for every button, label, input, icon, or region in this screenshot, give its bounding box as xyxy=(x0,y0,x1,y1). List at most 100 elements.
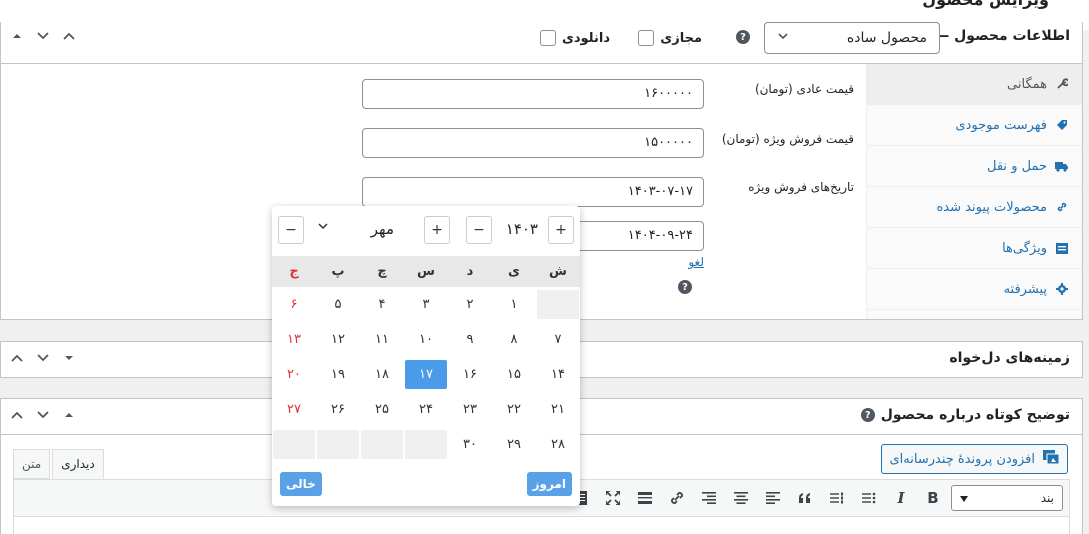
month-decrement-button[interactable]: − xyxy=(278,216,304,244)
year-increment-button[interactable]: + xyxy=(548,216,574,244)
downloadable-checkbox[interactable] xyxy=(539,30,556,46)
tab-linked-products[interactable]: محصولات پیوند شده xyxy=(867,187,1082,228)
day-cell[interactable]: ۹ xyxy=(448,322,492,357)
tab-visual[interactable]: دیداری xyxy=(52,449,104,479)
italic-icon[interactable]: I xyxy=(887,484,915,512)
editor-content-area[interactable] xyxy=(13,517,1070,534)
empty-day-cell xyxy=(273,430,315,459)
read-more-icon[interactable] xyxy=(631,484,659,512)
day-cell[interactable]: ۲۱ xyxy=(536,392,580,427)
bullet-list-icon[interactable] xyxy=(855,484,883,512)
selected-day-cell[interactable]: ۱۷ xyxy=(405,360,447,389)
day-cell[interactable]: ۱۲ xyxy=(316,322,360,357)
tab-shipping[interactable]: حمل و نقل xyxy=(867,146,1082,187)
day-cell[interactable]: ۱۴ xyxy=(536,357,580,392)
move-down-icon[interactable] xyxy=(33,348,53,368)
day-cell[interactable]: ۲۶ xyxy=(316,392,360,427)
wrench-icon xyxy=(1055,78,1068,91)
day-cell[interactable]: ۱۰ xyxy=(404,322,448,357)
day-cell[interactable]: ۲۲ xyxy=(492,392,536,427)
day-cell[interactable]: ۲ xyxy=(448,287,492,322)
datepicker-popup: + ۱۴۰۳ − + مهر − ش ی د س چ پ ج ۱ ۲ ۳ ۴ ۵… xyxy=(272,206,580,506)
day-cell[interactable]: ۱۸ xyxy=(360,357,404,392)
toggle-panel-icon[interactable] xyxy=(59,348,79,368)
tab-advanced-label: پیشرفته xyxy=(1003,281,1047,297)
weekday-label: چ xyxy=(377,264,387,279)
downloadable-option[interactable]: دانلودی xyxy=(539,30,610,46)
sale-date-from-input[interactable]: ۱۴۰۳-۰۷-۱۷ xyxy=(362,177,704,207)
align-left-icon[interactable] xyxy=(759,484,787,512)
dropdown-arrow-icon xyxy=(960,491,968,505)
sale-dates-label: تاریخ‌های فروش ویژه xyxy=(748,180,854,194)
year-decrement-button[interactable]: − xyxy=(466,216,492,244)
blockquote-icon[interactable] xyxy=(791,484,819,512)
align-right-icon[interactable] xyxy=(695,484,723,512)
day-cell[interactable]: ۱۶ xyxy=(448,357,492,392)
day-cell[interactable]: ۳۰ xyxy=(448,427,492,462)
move-down-icon[interactable] xyxy=(33,405,53,425)
day-cell[interactable]: ۶ xyxy=(272,287,316,322)
day-cell[interactable]: ۸ xyxy=(492,322,536,357)
day-cell[interactable]: ۱۱ xyxy=(360,322,404,357)
day-cell[interactable]: ۱۹ xyxy=(316,357,360,392)
bold-icon[interactable]: B xyxy=(919,484,947,512)
day-cell[interactable]: ۲۵ xyxy=(360,392,404,427)
week-row: ۱۴ ۱۵ ۱۶ ۱۷ ۱۸ ۱۹ ۲۰ xyxy=(272,357,580,392)
day-cell[interactable]: ۴ xyxy=(360,287,404,322)
today-button[interactable]: امروز xyxy=(526,472,572,496)
day-cell[interactable]: ۵ xyxy=(316,287,360,322)
day-cell[interactable]: ۲۸ xyxy=(536,427,580,462)
virtual-checkbox[interactable] xyxy=(638,30,655,46)
move-up-icon[interactable] xyxy=(7,405,27,425)
week-row: ۲۱ ۲۲ ۲۳ ۲۴ ۲۵ ۲۶ ۲۷ xyxy=(272,392,580,427)
chevron-down-icon xyxy=(777,30,789,46)
add-media-button[interactable]: افزودن پروندهٔ چندرسانه‌ای xyxy=(880,444,1068,474)
link-icon[interactable] xyxy=(663,484,691,512)
sale-price-input[interactable]: ۱۵۰۰۰۰۰ xyxy=(362,128,704,158)
toggle-panel-icon[interactable] xyxy=(7,26,27,46)
datepicker-grid: ش ی د س چ پ ج ۱ ۲ ۳ ۴ ۵ ۶ ۷ ۸ ۹ ۱۰ ۱۱ ۱۲… xyxy=(272,256,580,462)
clear-button[interactable]: خالی xyxy=(280,472,322,496)
fullscreen-icon[interactable] xyxy=(599,484,627,512)
day-cell[interactable]: ۲۳ xyxy=(448,392,492,427)
day-cell[interactable]: ۱۵ xyxy=(492,357,536,392)
datepicker-month[interactable]: مهر xyxy=(371,220,394,238)
tab-inventory[interactable]: فهرست موجودی xyxy=(867,105,1082,146)
toggle-panel-icon[interactable] xyxy=(59,405,79,425)
tab-text[interactable]: متن xyxy=(13,449,51,479)
week-row: ۷ ۸ ۹ ۱۰ ۱۱ ۱۲ ۱۳ xyxy=(272,322,580,357)
help-icon[interactable]: ? xyxy=(736,30,750,44)
help-icon[interactable]: ? xyxy=(860,408,875,422)
cancel-schedule-link[interactable]: لغو xyxy=(688,255,704,269)
add-media-label: افزودن پروندهٔ چندرسانه‌ای xyxy=(889,451,1036,467)
short-description-title: توضیح کوتاه درباره محصول xyxy=(880,407,1070,423)
move-up-icon[interactable] xyxy=(7,348,27,368)
day-cell[interactable]: ۷ xyxy=(536,322,580,357)
day-cell[interactable]: ۱۳ xyxy=(272,322,316,357)
tab-advanced[interactable]: پیشرفته xyxy=(867,269,1082,310)
virtual-option[interactable]: مجازی xyxy=(638,30,702,46)
move-down-icon[interactable] xyxy=(33,26,53,46)
numbered-list-icon[interactable] xyxy=(823,484,851,512)
month-increment-button[interactable]: + xyxy=(424,216,450,244)
help-icon[interactable]: ? xyxy=(678,280,692,294)
virtual-label: مجازی xyxy=(660,30,702,46)
product-type-value: محصول ساده xyxy=(846,30,927,46)
day-cell[interactable]: ۲۴ xyxy=(404,392,448,427)
tab-attributes[interactable]: ویژگی‌ها xyxy=(867,228,1082,269)
product-type-select[interactable]: محصول ساده xyxy=(764,22,940,54)
chevron-down-icon[interactable] xyxy=(318,220,328,233)
day-cell[interactable]: ۲۹ xyxy=(492,427,536,462)
day-cell[interactable]: ۱ xyxy=(492,287,536,322)
tab-inventory-label: فهرست موجودی xyxy=(955,117,1047,133)
format-select[interactable]: بند xyxy=(951,485,1063,511)
tab-general[interactable]: همگانی xyxy=(867,64,1082,105)
weekday-label: ی xyxy=(508,264,520,279)
day-cell[interactable]: ۲۰ xyxy=(272,357,316,392)
day-cell[interactable]: ۲۷ xyxy=(272,392,316,427)
move-up-icon[interactable] xyxy=(59,26,79,46)
week-row: ۲۸ ۲۹ ۳۰ xyxy=(272,427,580,462)
day-cell[interactable]: ۳ xyxy=(404,287,448,322)
regular-price-input[interactable]: ۱۶۰۰۰۰۰ xyxy=(362,79,704,109)
align-center-icon[interactable] xyxy=(727,484,755,512)
